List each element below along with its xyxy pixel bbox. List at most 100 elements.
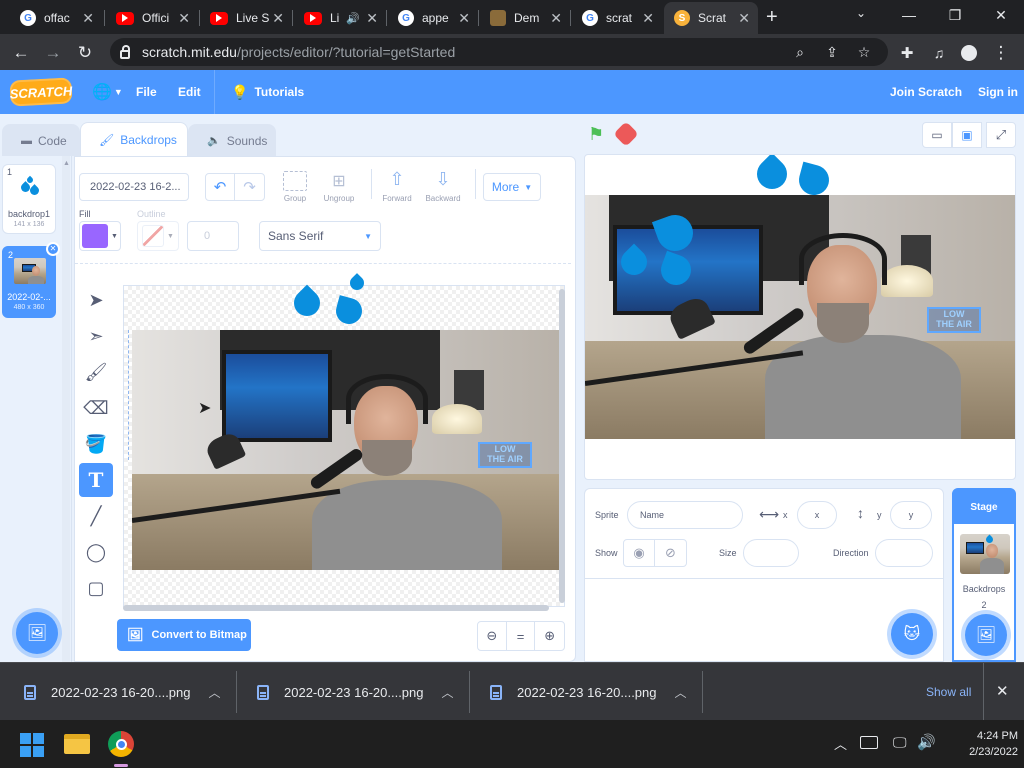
profile-avatar[interactable] (956, 40, 982, 66)
redo-button[interactable]: ↷ (235, 174, 264, 200)
file-menu[interactable]: File (136, 70, 157, 114)
windows-start-icon[interactable] (20, 733, 44, 757)
group-icon[interactable] (283, 171, 307, 191)
extensions-icon[interactable]: ✚ (894, 40, 920, 66)
file-explorer-icon[interactable] (64, 734, 90, 754)
brush-tool[interactable]: 🖌 (79, 355, 113, 389)
forward-button[interactable]: → (40, 40, 66, 66)
close-icon[interactable]: ✕ (550, 10, 562, 27)
backward-icon[interactable]: ⇩ (433, 169, 453, 190)
media-controls-icon[interactable]: ♫ (926, 40, 952, 66)
zoom-out-icon[interactable]: ⊖ (478, 622, 507, 650)
choose-backdrop-button[interactable]: 🖼 (965, 614, 1007, 656)
fullscreen-button[interactable]: ⤢ (986, 122, 1016, 148)
browser-tab[interactable]: Li 🔊 ✕ (294, 2, 386, 34)
scratch-logo[interactable]: SCRATCH (9, 77, 73, 107)
back-button[interactable]: ← (8, 40, 34, 66)
download-item[interactable]: 2022-02-23 16-20....png ︿ (490, 663, 687, 721)
canvas-horizontal-scrollbar[interactable] (123, 605, 549, 611)
chevron-up-icon[interactable]: ︿ (674, 684, 686, 701)
outline-color-picker[interactable]: ▼ (137, 221, 179, 251)
browser-menu-icon[interactable]: ⋮ (988, 40, 1014, 66)
forward-icon[interactable]: ⇧ (387, 169, 407, 190)
close-downloads-icon[interactable]: ✕ (996, 682, 1009, 700)
browser-tab-active[interactable]: S Scrat ✕ (664, 2, 758, 34)
eye-hidden-icon[interactable]: ⊘ (655, 540, 686, 566)
close-window-button[interactable]: ✕ (978, 0, 1024, 30)
new-tab-button[interactable]: + (766, 6, 778, 29)
fill-color-picker[interactable]: ▼ (79, 221, 121, 251)
select-tool[interactable]: ➤ (79, 283, 113, 317)
line-tool[interactable]: ╱ (79, 499, 113, 533)
volume-icon[interactable]: 🔊 (917, 733, 936, 751)
costume-name-input[interactable]: 2022-02-23 16-2... (79, 173, 189, 201)
chrome-icon[interactable] (108, 731, 134, 757)
close-icon[interactable]: ✕ (738, 10, 750, 27)
ungroup-icon[interactable]: ⊞ (327, 171, 351, 191)
minimize-button[interactable]: — (886, 0, 932, 30)
edit-menu[interactable]: Edit (178, 70, 201, 114)
close-icon[interactable]: ✕ (178, 10, 190, 27)
backdrop-item[interactable]: 1 backdrop1 141 x 136 (2, 164, 56, 234)
circle-tool[interactable]: ◯ (79, 535, 113, 569)
chevron-up-icon[interactable]: ︿ (208, 684, 220, 701)
rectangle-tool[interactable]: ▢ (79, 571, 113, 605)
tab-sounds[interactable]: 🔈 Sounds (188, 124, 276, 156)
tab-backdrops[interactable]: 🖌 Backdrops (80, 122, 188, 156)
download-item[interactable]: 2022-02-23 16-20....png ︿ (24, 663, 221, 721)
browser-tab[interactable]: Offici ✕ (106, 2, 198, 34)
chevron-up-icon[interactable]: ︿ (441, 684, 453, 701)
more-menu-button[interactable]: More ▼ (483, 173, 541, 201)
sprite-name-input[interactable]: Name (627, 501, 743, 529)
share-icon[interactable]: ⇪ (822, 42, 842, 62)
chevron-up-icon[interactable]: ︿ (834, 734, 847, 753)
tutorials-button[interactable]: 💡 Tutorials (214, 70, 304, 114)
text-tool[interactable]: T (79, 463, 113, 497)
zoom-icon[interactable]: ⌕ (790, 42, 810, 62)
restore-button[interactable]: ❐ (932, 0, 978, 30)
fill-tool[interactable]: 🪣 (79, 427, 113, 461)
convert-to-bitmap-button[interactable]: 🖼 Convert to Bitmap (117, 619, 251, 651)
browser-tab[interactable]: G appe ✕ (388, 2, 478, 34)
close-icon[interactable]: ✕ (272, 10, 284, 27)
reshape-tool[interactable]: ➣ (79, 319, 113, 353)
close-icon[interactable]: ✕ (366, 10, 378, 27)
join-scratch-link[interactable]: Join Scratch (890, 70, 962, 114)
small-stage-button[interactable]: ▭ (922, 122, 952, 148)
eraser-tool[interactable]: ⌫ (79, 391, 113, 425)
download-item[interactable]: 2022-02-23 16-20....png ︿ (257, 663, 454, 721)
close-icon[interactable]: ✕ (458, 10, 470, 27)
address-bar[interactable]: scratch.mit.edu/projects/editor/?tutoria… (110, 38, 888, 66)
language-globe-icon[interactable]: 🌐 ▼ (92, 70, 123, 114)
x-input[interactable]: x (797, 501, 837, 529)
size-input[interactable] (743, 539, 799, 567)
outline-width-input[interactable]: 0 (187, 221, 239, 251)
network-icon[interactable]: 🖵 (893, 734, 907, 751)
ungroup-button[interactable]: Ungroup (315, 194, 363, 203)
tab-search-icon[interactable]: ⌄ (856, 6, 866, 20)
tab-code[interactable]: ▬ Code (2, 124, 80, 156)
delete-icon[interactable]: ✕ (46, 242, 60, 256)
forward-button[interactable]: Forward (373, 194, 421, 203)
show-all-button[interactable]: Show all (914, 663, 985, 721)
reload-button[interactable]: ↻ (72, 40, 98, 66)
paint-canvas[interactable]: LOW THE AIR ➤ (123, 273, 565, 607)
stage[interactable]: LOW THE AIR (584, 154, 1016, 480)
y-input[interactable]: y (890, 501, 932, 529)
choose-backdrop-button[interactable]: 🖼 (16, 612, 58, 654)
backdrop-item-selected[interactable]: 2 ✕ 2022-02-... 480 x 360 (2, 242, 60, 318)
keyboard-icon[interactable] (860, 736, 878, 749)
bookmark-star-icon[interactable]: ☆ (854, 42, 874, 62)
choose-sprite-button[interactable]: 🐱 (891, 613, 933, 655)
group-button[interactable]: Group (271, 194, 319, 203)
browser-tab[interactable]: Live S ✕ (200, 2, 292, 34)
backdrop-list-scrollbar[interactable]: ▲ (62, 156, 70, 662)
canvas-vertical-scrollbar[interactable] (559, 289, 565, 603)
zoom-in-icon[interactable]: ⊕ (535, 622, 564, 650)
speaker-icon[interactable]: 🔊 (346, 12, 360, 25)
stage-selector[interactable]: Stage Backdrops 2 🖼 (952, 488, 1016, 662)
stop-button[interactable] (613, 121, 639, 147)
green-flag-button[interactable]: ⚑ (588, 124, 608, 144)
large-stage-button[interactable]: ▣ (952, 122, 982, 148)
sign-in-link[interactable]: Sign in (978, 70, 1018, 114)
